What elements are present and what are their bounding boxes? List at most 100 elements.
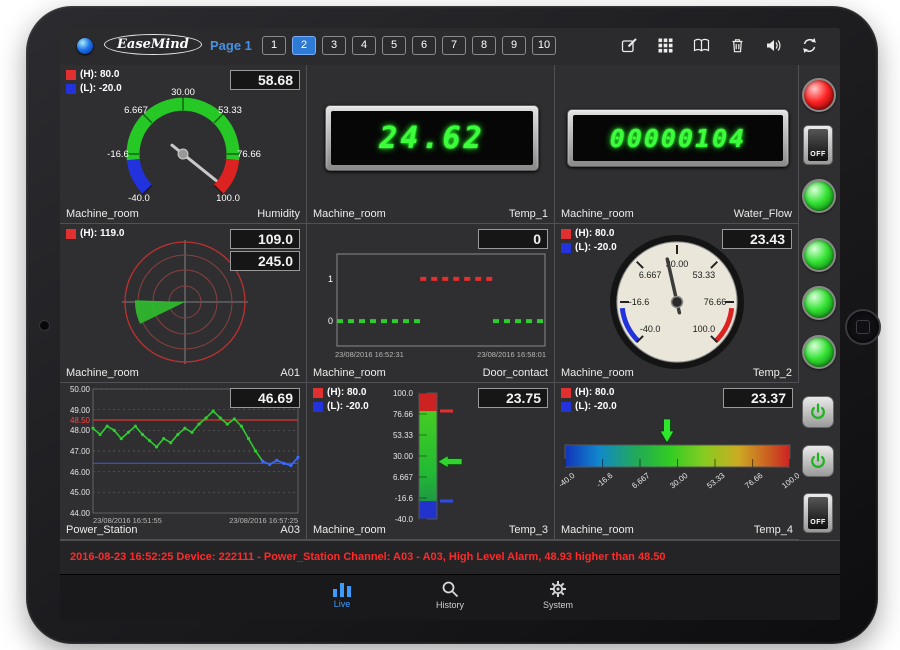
nav-label: Live	[334, 599, 351, 609]
home-button[interactable]	[845, 309, 881, 345]
keypad-icon[interactable]	[657, 37, 674, 54]
scale-tick: -40.0	[367, 515, 413, 524]
panel-location: Machine_room	[313, 367, 386, 379]
front-camera	[39, 320, 50, 331]
nav-live[interactable]: Live	[315, 580, 369, 620]
page-button-10[interactable]: 10	[532, 36, 556, 55]
value-display: 23.43	[722, 229, 792, 249]
panel-channel: Temp_3	[509, 524, 548, 536]
panel-a01: (H): 119.0 109.0 245.0 Machine_room A01	[60, 224, 307, 383]
volume-icon[interactable]	[765, 37, 782, 54]
panel-location: Machine_room	[66, 367, 139, 379]
humidity-gauge: -40.0 -16.6 6.667 30.00 53.33 76.66 100.…	[68, 79, 298, 211]
page-button-9[interactable]: 9	[502, 36, 526, 55]
value-display: 23.37	[723, 388, 793, 408]
low-limit-swatch	[66, 84, 76, 94]
x-axis-start: 23/08/2016 16:52:31	[335, 350, 404, 359]
page-button-8[interactable]: 8	[472, 36, 496, 55]
page-button-4[interactable]: 4	[352, 36, 376, 55]
panel-location: Machine_room	[66, 208, 139, 220]
brand-logo: EaseMind	[104, 34, 202, 55]
panel-channel: Humidity	[257, 208, 300, 220]
page-button-5[interactable]: 5	[382, 36, 406, 55]
panel-location: Power_Station	[66, 524, 138, 536]
value-display: 58.68	[230, 70, 300, 90]
low-limit-label: (L): -20.0	[327, 401, 369, 412]
svg-text:53.33: 53.33	[693, 270, 716, 280]
svg-text:-16.6: -16.6	[107, 149, 129, 160]
status-lamp-4[interactable]	[802, 335, 836, 369]
page-button-1[interactable]: 1	[262, 36, 286, 55]
toggle-switch-2[interactable]: OFF	[803, 493, 833, 533]
high-limit-swatch	[561, 388, 571, 398]
power-button-1[interactable]	[802, 396, 834, 428]
panel-location: Machine_room	[561, 208, 634, 220]
low-limit-swatch	[313, 402, 323, 412]
book-icon[interactable]	[693, 37, 710, 54]
status-lamp-3[interactable]	[802, 286, 836, 320]
panel-location: Machine_room	[313, 208, 386, 220]
svg-text:76.66: 76.66	[704, 297, 727, 307]
panel-channel: Door_contact	[483, 367, 548, 379]
nav-label: System	[543, 600, 573, 610]
page-button-6[interactable]: 6	[412, 36, 436, 55]
value-display: 23.75	[478, 388, 548, 408]
page-button-7[interactable]: 7	[442, 36, 466, 55]
nav-system[interactable]: System	[531, 580, 585, 620]
svg-text:1: 1	[328, 274, 333, 284]
page-label: Page 1	[210, 38, 252, 53]
toolbar: EaseMind Page 1 1 2 3 4 5 6 7 8 9 10	[60, 28, 840, 66]
high-limit-swatch	[561, 229, 571, 239]
low-limit-label: (L): -20.0	[575, 242, 617, 253]
alarm-lamp-red[interactable]	[802, 78, 836, 112]
refresh-icon[interactable]	[801, 37, 818, 54]
live-chart-icon	[332, 580, 352, 597]
control-strip: OFF OFF	[799, 65, 840, 540]
nav-history[interactable]: History	[423, 580, 477, 620]
led-display: 24.62	[325, 105, 539, 171]
page-button-2[interactable]: 2	[292, 36, 316, 55]
panel-channel: Temp_1	[509, 208, 548, 220]
status-lamp-1[interactable]	[802, 179, 836, 213]
scale-tick: 53.33	[367, 431, 413, 440]
value-pointer	[438, 456, 462, 468]
page-buttons: 1 2 3 4 5 6 7 8 9 10	[262, 36, 556, 55]
page-button-3[interactable]: 3	[322, 36, 346, 55]
scale-tick: 6.667	[367, 473, 413, 482]
svg-text:0: 0	[328, 316, 333, 326]
x-axis-end: 23/08/2016 16:58:01	[477, 350, 546, 359]
ipad-frame: EaseMind Page 1 1 2 3 4 5 6 7 8 9 10	[26, 6, 878, 644]
svg-text:30.00: 30.00	[171, 87, 195, 98]
y-tick: 50.00	[60, 385, 90, 394]
value-display-2: 245.0	[230, 251, 300, 271]
value-display: 46.69	[230, 388, 300, 408]
led-value: 00000104	[610, 124, 746, 153]
panel-temp1: 24.62 Machine_room Temp_1	[307, 65, 555, 224]
led-counter: 00000104	[567, 109, 789, 167]
switch-label: OFF	[810, 519, 826, 526]
toggle-switch-1[interactable]: OFF	[803, 125, 833, 165]
status-lamp-2[interactable]	[802, 238, 836, 272]
power-icon	[808, 402, 828, 422]
alarm-message: 2016-08-23 16:52:25 Device: 222111 - Pow…	[60, 540, 840, 574]
trash-icon[interactable]	[729, 37, 746, 54]
brand-text: EaseMind	[117, 37, 189, 52]
high-limit-label: (H): 80.0	[80, 69, 119, 80]
nav-label: History	[436, 600, 464, 610]
high-limit-label: (H): 119.0	[80, 228, 124, 239]
scale-tick: 100.0	[367, 389, 413, 398]
high-limit-label: (H): 80.0	[575, 228, 614, 239]
high-limit-label: (H): 80.0	[575, 387, 614, 398]
low-limit-label: (L): -20.0	[80, 83, 122, 94]
y-tick-alarm: 48.50	[60, 416, 90, 425]
panel-location: Machine_room	[561, 524, 634, 536]
compose-icon[interactable]	[621, 37, 638, 54]
power-button-2[interactable]	[802, 445, 834, 477]
scale-tick: 30.00	[367, 452, 413, 461]
panel-channel: A03	[280, 524, 300, 536]
high-limit-swatch	[313, 388, 323, 398]
panel-door-contact: 0 1 0 23/08/2016 16:52:31 23/08/2016 16:…	[307, 224, 555, 383]
radar-wedge	[135, 300, 185, 324]
value-pointer	[660, 419, 674, 443]
svg-text:100.0: 100.0	[693, 324, 716, 334]
